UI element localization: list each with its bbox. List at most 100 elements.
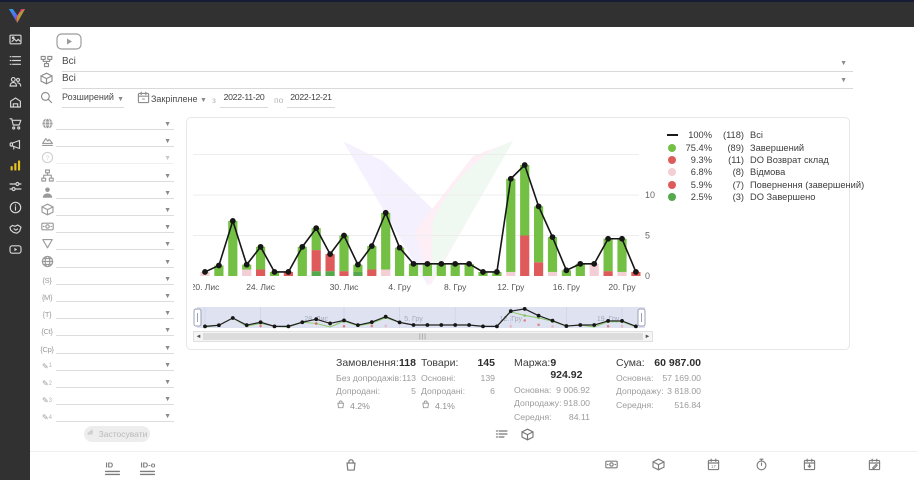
sidebar-item-settings[interactable] [0, 181, 30, 195]
period-mode-select[interactable]: Закріплене ▼ [151, 94, 207, 104]
megaphone-icon [9, 138, 22, 154]
sidebar [0, 27, 30, 480]
pencil-icon: ✎1 [38, 362, 56, 371]
package-icon[interactable] [652, 458, 665, 474]
sidebar-item-video-lessons[interactable] [0, 244, 30, 258]
chart-range-navigator[interactable]: 28. Лис5. Гру12. Гру19. Гру [193, 307, 653, 331]
pencil-icon: ✎3 [38, 396, 56, 405]
filter-select[interactable]: ▼ [56, 321, 174, 336]
stat-sub-value: 516.84 [674, 400, 701, 410]
svg-text:17: 17 [711, 464, 716, 469]
date-to-input[interactable]: 2022-12-21 [287, 92, 335, 108]
filter-select[interactable]: ▼ [56, 287, 174, 302]
package-icon [38, 203, 56, 216]
sidebar-item-marketing[interactable] [0, 139, 30, 153]
filter-row-9: ▼ [38, 251, 174, 268]
navigator-left-handle[interactable] [194, 309, 201, 326]
sidebar-item-partners[interactable] [0, 223, 30, 237]
sidebar-item-dashboard[interactable] [0, 34, 30, 48]
filter-select[interactable]: ▼ [56, 201, 174, 216]
filter-select[interactable]: ▼ [56, 356, 174, 371]
filter-select[interactable]: ▼ [56, 407, 174, 422]
legend-item[interactable]: 9.3% (11) DO Возврат склад [665, 154, 864, 166]
stat-col-4: Сума: 60 987.00Основна: 57 169.00Допрода… [616, 357, 701, 410]
sliders-icon [9, 180, 22, 196]
funnel-filter-select[interactable]: Всі ▼ [62, 56, 853, 72]
source-tree-icon [40, 55, 53, 71]
filter-select[interactable]: ▼ [56, 115, 174, 130]
cube-view-icon[interactable] [521, 428, 534, 444]
navigator-right-handle[interactable] [638, 309, 645, 326]
sidebar-item-analytics[interactable] [0, 160, 30, 174]
calendar-edit-icon[interactable] [868, 458, 881, 474]
app-logo-icon[interactable] [7, 6, 27, 29]
area-chart-icon [38, 134, 56, 147]
id-equals-icon[interactable]: ID [103, 460, 121, 479]
sidebar-item-customers[interactable] [0, 76, 30, 90]
svg-text:ID: ID [106, 461, 114, 470]
id-o-icon[interactable]: ID-o [138, 460, 156, 479]
stat-sub-label: Допродані: [336, 386, 380, 396]
chevron-down-icon: ▼ [164, 379, 171, 386]
legend-dot-swatch [665, 144, 679, 152]
filter-row-11: {M} ▼ [38, 285, 174, 302]
legend-dot-swatch [665, 156, 679, 164]
scroll-left-icon[interactable]: ◄ [194, 332, 203, 341]
filter-select[interactable]: ▼ [56, 149, 174, 164]
filter-row-1: ▼ [38, 113, 174, 130]
apply-button[interactable]: Застосувати [84, 426, 150, 442]
list-icon [9, 54, 22, 70]
filter-select[interactable]: ▼ [56, 235, 174, 250]
chart-icon [9, 159, 22, 175]
filter-select[interactable]: ▼ [56, 373, 174, 388]
scroll-right-icon[interactable]: ► [643, 332, 652, 341]
sidebar-item-purchases[interactable] [0, 118, 30, 132]
filter-select[interactable]: ▼ [56, 339, 174, 354]
filter-select[interactable]: ▼ [56, 132, 174, 147]
stat-sub-value: 84.11 [569, 412, 590, 422]
filter-row-16: ✎2 ▼ [38, 371, 174, 388]
filter-select[interactable]: ▼ [56, 390, 174, 405]
search-mode-select[interactable]: Розширений ▼ [62, 92, 124, 108]
filter-row-10: {S} ▼ [38, 268, 174, 285]
product-filter-select[interactable]: Всі ▼ [62, 73, 853, 89]
info-icon [9, 201, 22, 217]
sidebar-item-warehouse[interactable] [0, 97, 30, 111]
legend-item[interactable]: 6.8% (8) Відмова [665, 166, 864, 178]
list-view-icon[interactable] [495, 428, 508, 444]
scrollbar-thumb[interactable]: ||| [203, 333, 643, 340]
filter-select[interactable]: ▼ [56, 184, 174, 199]
filter-select[interactable]: ▼ [56, 304, 174, 319]
sidebar-item-orders[interactable] [0, 55, 30, 69]
video-tutorial-icon[interactable] [56, 33, 82, 53]
orders-status-chart[interactable]: 051020. Лис24. Лис30. Лис4. Гру8. Гру12.… [193, 121, 665, 295]
filter-select[interactable]: ▼ [56, 270, 174, 285]
legend-item[interactable]: 5.9% (7) Повернення (завершений) [665, 179, 864, 191]
filter-select[interactable]: ▼ [56, 167, 174, 182]
navigator-scrollbar[interactable]: ◄ ||| ► [193, 331, 653, 342]
banknote-icon[interactable] [605, 458, 618, 474]
handshake-icon [9, 222, 22, 238]
calendar-import-icon[interactable] [803, 458, 816, 474]
chevron-down-icon: ▼ [164, 173, 171, 180]
calendar-17-icon[interactable]: 17 [707, 458, 720, 474]
svg-text:5: 5 [645, 231, 650, 241]
filter-select[interactable]: ▼ [56, 253, 174, 268]
stopwatch-icon[interactable] [755, 458, 768, 474]
legend-item[interactable]: 2.5% (3) DO Завершено [665, 191, 864, 203]
sidebar-item-info[interactable] [0, 202, 30, 216]
filter-select[interactable]: ▼ [56, 218, 174, 233]
date-from-input[interactable]: 2022-11-20 [220, 92, 268, 108]
chevron-down-icon: ▼ [164, 276, 171, 283]
top-bar [0, 0, 918, 27]
legend-item[interactable]: 75.4% (89) Завершений [665, 141, 864, 153]
legend-item[interactable]: 100% (118) Всі [665, 129, 864, 141]
chevron-down-icon: ▼ [164, 310, 171, 317]
filter-row-6: ▼ [38, 199, 174, 216]
chevron-down-icon: ▼ [164, 259, 171, 266]
stat-sub-label: Основні: [421, 373, 456, 383]
legend-count: (8) [712, 167, 744, 177]
bag-icon[interactable] [344, 458, 358, 475]
chart-card: 051020. Лис24. Лис30. Лис4. Гру8. Гру12.… [186, 117, 850, 350]
filter-row-13: {Ct} ▼ [38, 319, 174, 336]
